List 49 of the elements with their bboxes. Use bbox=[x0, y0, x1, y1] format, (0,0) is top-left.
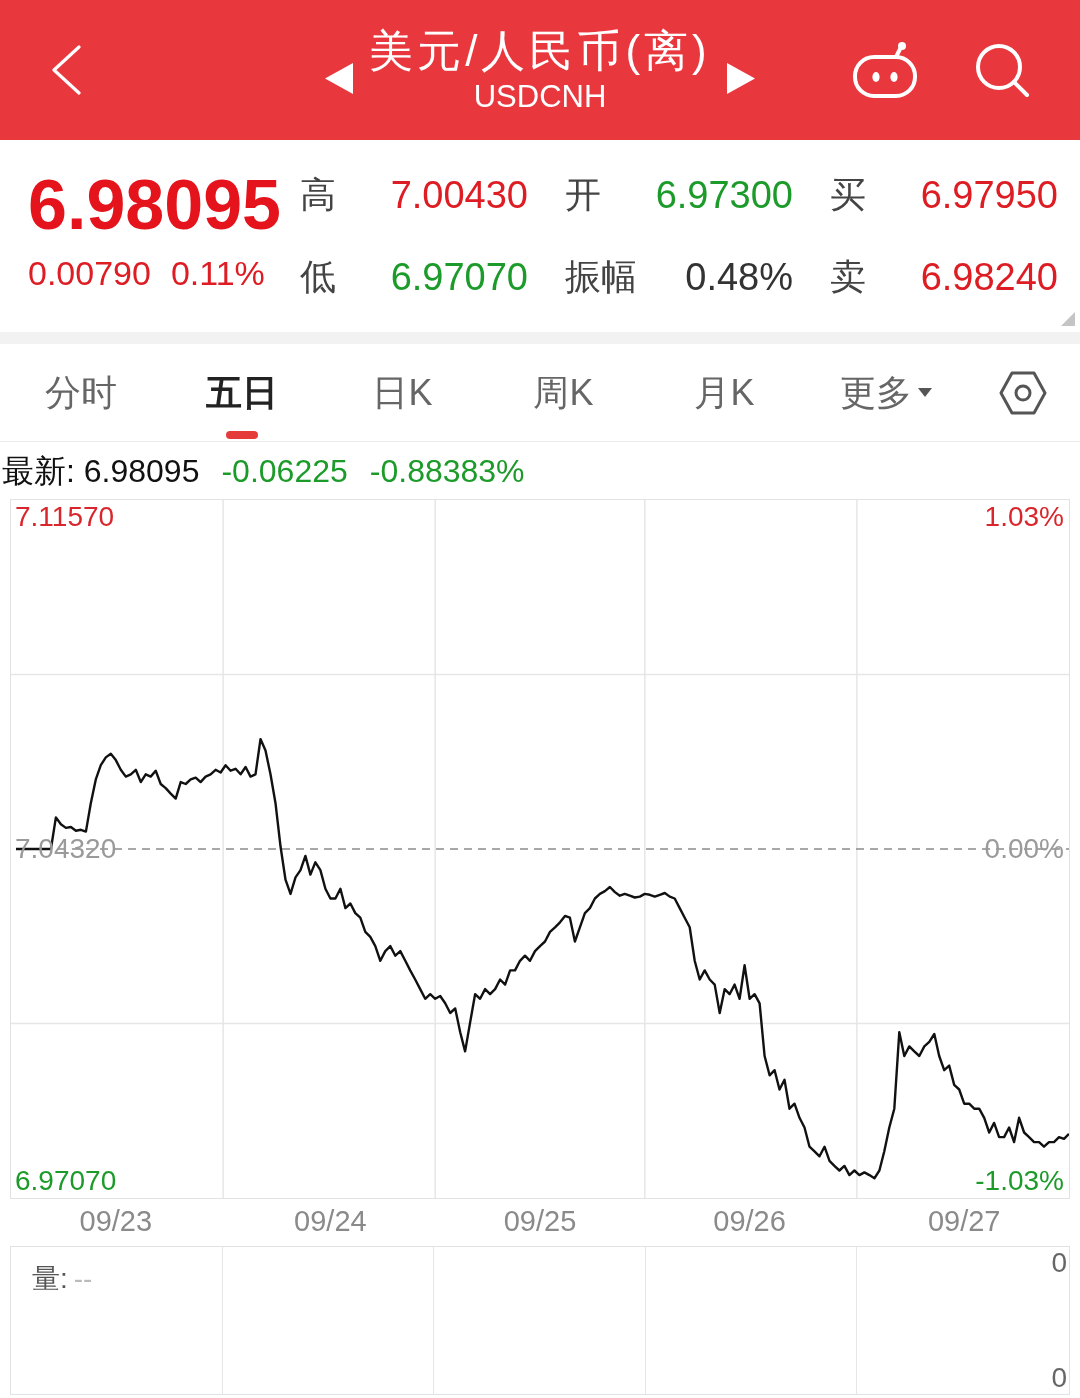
date-axis-label: 09/25 bbox=[503, 1204, 577, 1239]
stat-value: 6.98240 bbox=[920, 254, 1058, 300]
price-axis-label: 7.11570 bbox=[15, 499, 115, 534]
tab[interactable]: 分时 bbox=[0, 344, 161, 441]
percent-axis-label: 0.00% bbox=[984, 832, 1064, 866]
corner-triangle-icon bbox=[1061, 312, 1075, 326]
active-tab-indicator bbox=[225, 431, 258, 439]
percent-axis-label: 1.03% bbox=[984, 499, 1064, 534]
latest-change: -0.06225 bbox=[221, 451, 348, 491]
volume-axis-label: 0 bbox=[1051, 1362, 1067, 1394]
stat-label: 低 bbox=[300, 255, 336, 299]
last-price: 6.98095 bbox=[28, 171, 283, 239]
volume-label: 量: bbox=[32, 1262, 68, 1296]
stat-value: 6.97950 bbox=[920, 172, 1058, 218]
stat-label: 卖 bbox=[830, 255, 866, 299]
back-icon[interactable] bbox=[50, 45, 82, 95]
latest-price: 最新: 6.98095 bbox=[2, 451, 200, 491]
settings-icon[interactable] bbox=[999, 370, 1047, 415]
price-change: 0.00790 bbox=[28, 253, 151, 293]
tab[interactable]: 月K bbox=[644, 344, 805, 441]
volume-value: -- bbox=[73, 1262, 93, 1296]
date-axis-label: 09/23 bbox=[79, 1204, 153, 1239]
stat-value: 6.97300 bbox=[655, 172, 793, 218]
percent-axis-label: -1.03% bbox=[975, 1164, 1064, 1199]
price-axis-label: 6.97070 bbox=[15, 1164, 117, 1199]
date-axis-label: 09/26 bbox=[713, 1204, 786, 1239]
latest-percent-change: -0.88383% bbox=[369, 451, 525, 491]
header-title: 美元/人民币(离) bbox=[369, 25, 711, 77]
header-subtitle: USDCNH bbox=[473, 79, 607, 115]
tab[interactable]: 日K bbox=[322, 344, 483, 441]
stat-value: 7.00430 bbox=[390, 172, 528, 218]
percent-change: 0.11% bbox=[170, 253, 265, 293]
left-triangle-icon[interactable] bbox=[325, 62, 354, 94]
date-axis-label: 09/27 bbox=[927, 1204, 1001, 1239]
stat-label: 振幅 bbox=[565, 255, 637, 299]
date-axis-label: 09/24 bbox=[294, 1204, 367, 1239]
robot-icon[interactable] bbox=[852, 41, 918, 99]
stat-value: 0.48% bbox=[685, 254, 793, 300]
stat-label: 买 bbox=[830, 173, 866, 217]
stat-label: 开 bbox=[565, 173, 601, 217]
stat-label: 高 bbox=[300, 173, 336, 217]
volume-axis-label: 0 bbox=[1051, 1247, 1067, 1279]
tab[interactable]: 更多 bbox=[805, 344, 966, 441]
right-triangle-icon[interactable] bbox=[726, 62, 755, 94]
search-icon[interactable] bbox=[974, 42, 1030, 98]
tab[interactable]: 周K bbox=[483, 344, 644, 441]
caret-icon bbox=[917, 388, 932, 397]
tab[interactable]: 五日 bbox=[161, 344, 322, 441]
stat-value: 6.97070 bbox=[390, 254, 528, 300]
